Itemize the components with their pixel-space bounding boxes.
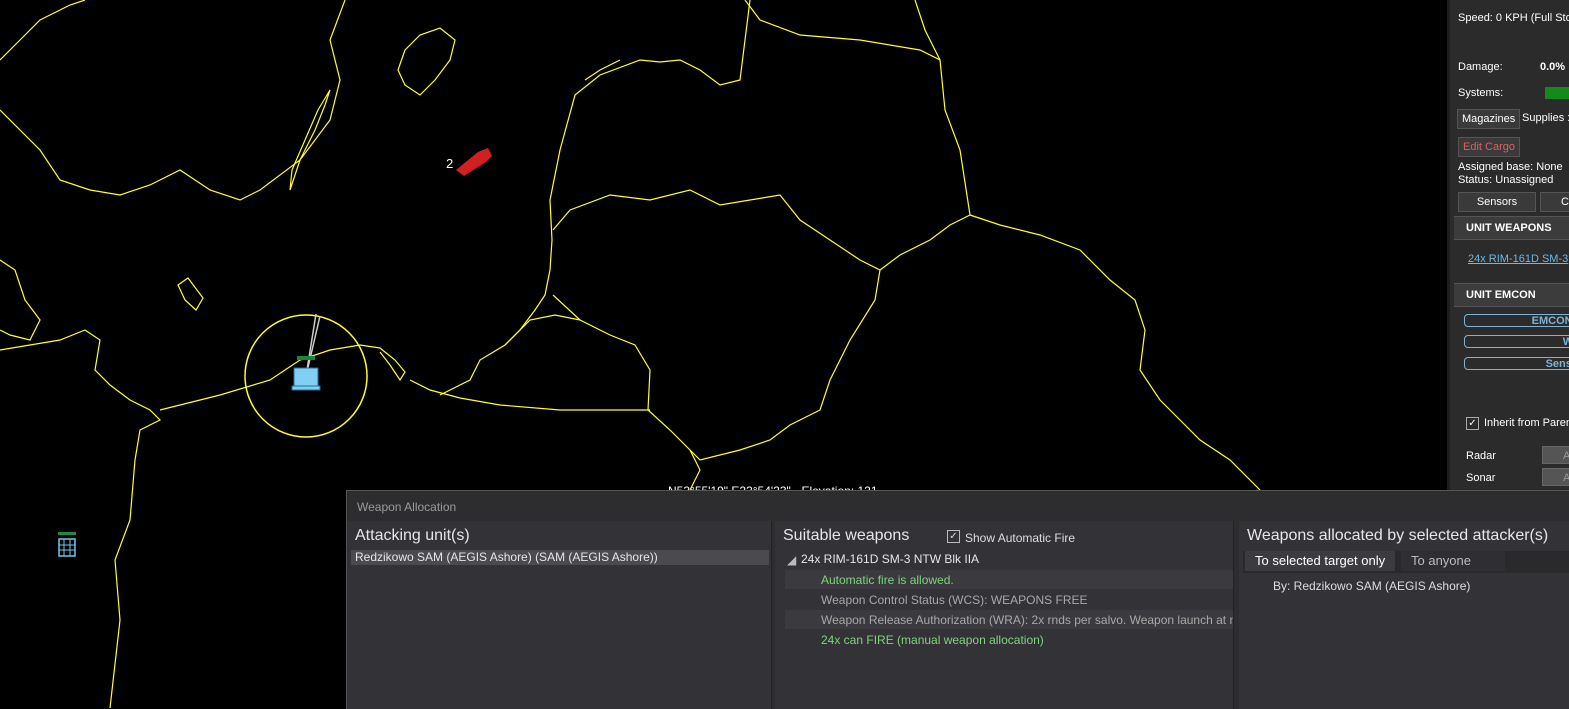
window-title: Weapon Allocation — [357, 500, 457, 514]
collapse-arrow-icon[interactable]: ◢ — [787, 553, 796, 567]
allocated-weapons-header: Weapons allocated by selected attacker(s… — [1247, 527, 1549, 544]
magazines-button[interactable]: Magazines — [1457, 109, 1521, 129]
inherit-checkbox[interactable]: ✓ — [1466, 417, 1479, 430]
tab-selected-target[interactable]: To selected target only — [1245, 551, 1396, 571]
show-automatic-fire-checkbox[interactable]: ✓ — [947, 530, 960, 543]
auto-fire-status: Automatic fire is allowed. — [821, 573, 954, 587]
systems-status-bar — [1545, 87, 1569, 99]
attacking-units-header: Attacking unit(s) — [355, 527, 470, 544]
allocation-entry: By: Redzikowo SAM (AEGIS Ashore) — [1273, 579, 1471, 593]
sensors-button[interactable]: Sensors — [1458, 192, 1536, 212]
weapon-row[interactable]: 24x RIM-161D SM-3 NTW Blk IIA — [801, 552, 979, 566]
damage-value: 0.0% — [1540, 61, 1566, 73]
assigned-base-text: Assigned base: None — [1458, 161, 1563, 173]
systems-label: Systems: — [1458, 87, 1504, 99]
emcon-wizard-button[interactable]: EMCON Wi — [1464, 314, 1569, 327]
show-automatic-fire-label: Show Automatic Fire — [965, 531, 1076, 545]
unit-status-panel: Speed: 0 KPH (Full Sto Damage: 0.0% Syst… — [1447, 0, 1569, 490]
sonar-emcon-select[interactable]: A — [1542, 468, 1569, 486]
edit-cargo-button[interactable]: Edit Cargo — [1458, 137, 1520, 157]
weapon-allocation-window: Weapon Allocation Attacking unit(s) Redz… — [346, 490, 1569, 709]
unit-weapons-header[interactable]: UNIT WEAPONS — [1454, 216, 1569, 240]
inherit-label: Inherit from Paren — [1484, 417, 1569, 429]
status-text: Status: Unassigned — [1458, 174, 1554, 186]
more-button[interactable]: C — [1540, 192, 1569, 212]
unit-emcon-header[interactable]: UNIT EMCON — [1454, 283, 1569, 307]
radar-label: Radar — [1466, 450, 1496, 462]
friendly-sam-unit[interactable] — [244, 313, 368, 438]
attacking-unit-row[interactable]: Redzikowo SAM (AEGIS Ashore) (SAM (AEGIS… — [351, 550, 769, 565]
supplies-label: Supplies : — [1522, 112, 1569, 124]
wra-button[interactable]: WRA — [1464, 335, 1569, 348]
can-fire-status: 24x can FIRE (manual weapon allocation) — [821, 633, 1044, 647]
tab-to-anyone[interactable]: To anyone — [1401, 551, 1505, 571]
weapon-link[interactable]: 24x RIM-161D SM-3 — [1468, 253, 1568, 265]
suitable-weapons-header: Suitable weapons — [783, 527, 910, 544]
suitable-weapons-pane: Suitable weapons ✓ Show Automatic Fire ◢… — [775, 521, 1234, 709]
hostile-unit-icon[interactable]: 2 — [446, 148, 492, 176]
facility-icon[interactable] — [58, 532, 76, 557]
wra-status: Weapon Release Authorization (WRA): 2x r… — [821, 613, 1234, 627]
attacking-units-pane: Attacking unit(s) Redzikowo SAM (AEGIS A… — [347, 521, 772, 709]
emcon-sensors-button[interactable]: Sensors — [1464, 357, 1569, 370]
damage-label: Damage: — [1458, 61, 1503, 73]
allocated-weapons-pane: Weapons allocated by selected attacker(s… — [1239, 521, 1569, 709]
speed-text: Speed: 0 KPH (Full Sto — [1458, 12, 1569, 24]
svg-text:2: 2 — [446, 156, 453, 171]
wcs-status: Weapon Control Status (WCS): WEAPONS FRE… — [821, 593, 1088, 607]
radar-emcon-select[interactable]: A — [1542, 446, 1569, 464]
sonar-label: Sonar — [1466, 472, 1496, 484]
